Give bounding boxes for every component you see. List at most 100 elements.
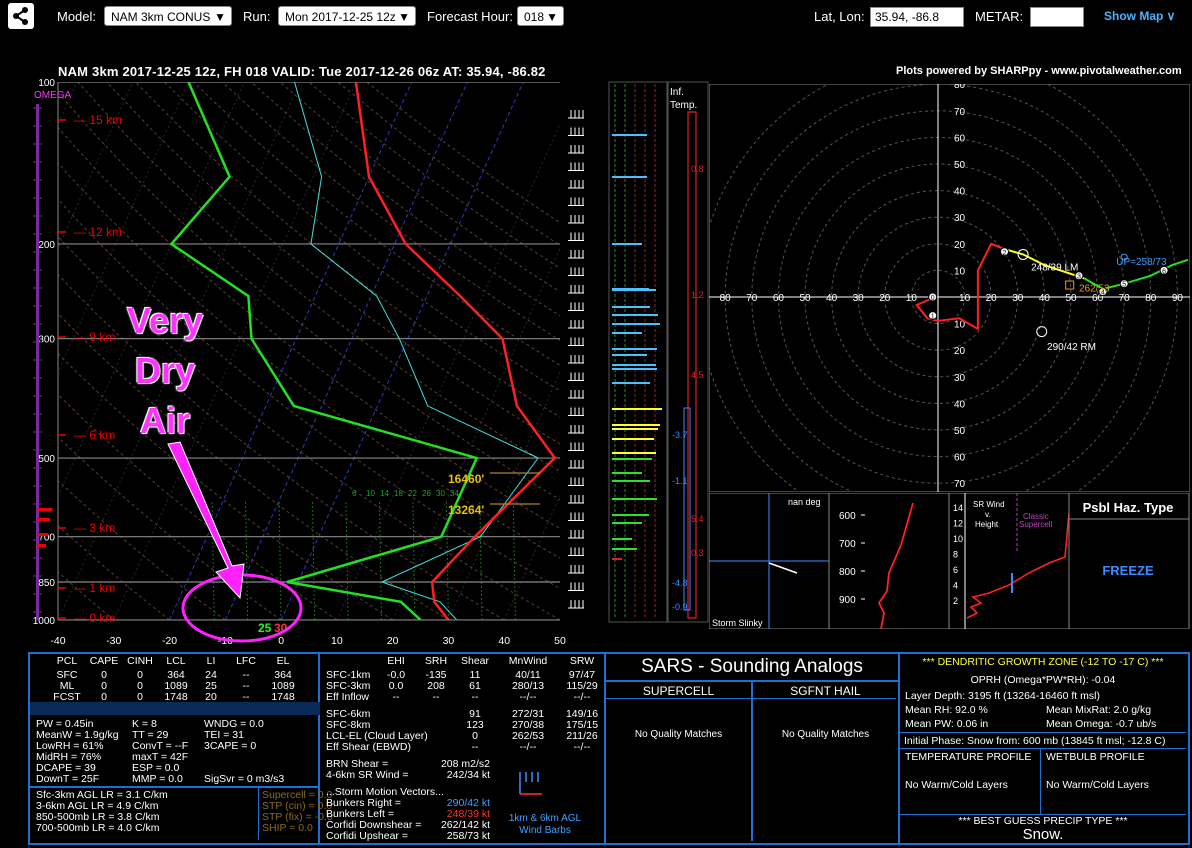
dgz-rule	[900, 732, 1186, 733]
run-label: Run:	[243, 9, 271, 24]
hodo-x-tick: 70	[1119, 293, 1131, 304]
srwind-tick-label: 8	[953, 550, 958, 560]
thermo-header: LCL	[166, 655, 186, 667]
dgz-mixrat: Mean MixRat: 2.0 g/kg	[1046, 704, 1152, 716]
top-bar: Model: NAM 3km CONUS ▼ Run: Mon 2017-12-2…	[0, 0, 1192, 34]
hodo-point-label: 2	[1003, 250, 1007, 257]
share-button[interactable]	[8, 3, 34, 29]
pressure-tick-label: 200	[38, 240, 55, 251]
hodo-frame	[709, 84, 1190, 492]
hodo-x-tick: 40	[1039, 293, 1051, 304]
srwind-label: v.	[985, 510, 991, 519]
model-select[interactable]: NAM 3km CONUS ▼	[104, 6, 232, 26]
metar-input[interactable]	[1030, 7, 1084, 27]
run-select[interactable]: Mon 2017-12-25 12z ▼	[278, 6, 416, 26]
hodo-ring-label: 80	[954, 84, 966, 91]
forecast-hour-select[interactable]: 018 ▼	[517, 6, 564, 26]
inset-bar	[612, 458, 652, 460]
srwind-tick-label: 6	[953, 565, 958, 575]
dgz-temp-profile-value: No Warm/Cold Layers	[905, 779, 1008, 791]
skewt-background	[0, 82, 560, 620]
kinematic-cell: --	[432, 691, 440, 703]
kinematic-header: SRH	[424, 655, 448, 667]
wind-barbs-label: Wind Barbs	[519, 825, 571, 836]
inf-temp-value: 0.8	[691, 164, 704, 174]
annotation-line: Dry	[134, 350, 196, 391]
inset-bar	[612, 289, 656, 291]
dgz-top-label: 16460'	[448, 472, 484, 486]
inset-bar	[612, 306, 650, 308]
hodo-ring-label: 60	[954, 453, 966, 464]
thermo-header: CINH	[127, 655, 153, 667]
mixing-ratio-label: 22	[408, 489, 417, 498]
inset-bar	[612, 438, 654, 440]
dgz-pw: Mean PW: 0.06 in	[905, 718, 989, 730]
kinematic-cell: --/--	[519, 691, 537, 703]
inset-bar	[612, 558, 622, 560]
storm-barbs	[519, 772, 542, 795]
inf-temp-value: 0.3	[691, 548, 704, 558]
hodo-ring-label: 60	[954, 133, 966, 144]
dry-air-annotation: Very Dry Air	[124, 296, 206, 446]
kinematic-row-label: Eff Shear (EBWD)	[326, 741, 411, 753]
kinematic-cell: --	[471, 741, 479, 753]
latlon-label: Lat, Lon:	[814, 9, 865, 24]
srwind-tick-label: 12	[953, 519, 963, 529]
theta-tick-label: 700	[839, 539, 856, 550]
latlon-input[interactable]: 35.94, -86.8	[870, 7, 964, 27]
temperature-tick-label: 30	[443, 635, 455, 647]
hodo-ring-label: 30	[954, 373, 966, 384]
annotation-line: Air	[139, 400, 190, 441]
srwind-tick-label: 14	[953, 503, 963, 513]
temperature-tick-label: 40	[498, 635, 510, 647]
hodo-x-tick: 50	[799, 293, 811, 304]
share-icon	[13, 7, 28, 25]
page-title: NAM 3km 2017-12-25 12z, FH 018 VALID: Tu…	[58, 64, 546, 79]
hodo-ring-label: 70	[954, 479, 966, 490]
dgz-rh: Mean RH: 92.0 %	[905, 704, 988, 716]
annotation-line: Very	[126, 300, 204, 341]
srwind-supercell-label: Supercell	[1019, 520, 1053, 529]
inf-temp-value: 4.5	[691, 370, 704, 380]
inset-bar	[612, 408, 662, 410]
mixing-ratio-label: 26	[422, 489, 431, 498]
hodo-x-tick: 90	[1172, 293, 1184, 304]
isotherm-line	[0, 82, 21, 620]
chevron-down-icon: ▼	[546, 10, 558, 24]
show-map-button[interactable]: Show Map ∨	[1104, 9, 1175, 23]
hodo-x-tick: 40	[826, 293, 838, 304]
inf-temp-label: Temp.	[670, 100, 697, 111]
srwind-label: Height	[975, 520, 999, 529]
mixing-ratio-label: 10	[366, 489, 375, 498]
inset-bar	[612, 382, 650, 384]
storm-slinky-label: Storm Slinky	[712, 618, 763, 628]
inset-bar	[612, 514, 649, 516]
dgz-divider	[1040, 748, 1041, 814]
thermo-index: 3CAPE = 0	[204, 740, 257, 752]
kinematic-header: Shear	[460, 655, 490, 667]
inset-bar	[612, 472, 642, 474]
hodo-ring-label: 30	[954, 213, 966, 224]
dgz-depth: Layer Depth: 3195 ft (13264-16460 ft msl…	[905, 690, 1100, 702]
thermo-index: MMP = 0.0	[132, 773, 183, 785]
omega-value: -1.1	[672, 476, 688, 486]
hodo-x-tick: 60	[773, 293, 785, 304]
srw-label: nan deg	[788, 497, 821, 507]
inset-bar	[612, 314, 658, 316]
dgz-rule	[900, 748, 1186, 749]
hodograph: 8080707060605050404030302020101090807060…	[709, 84, 1190, 492]
inset-bar	[612, 452, 656, 454]
dgz-phase: Initial Phase: Snow from: 600 mb (13845 …	[904, 735, 1166, 747]
hodo-rm-label: 290/42 RM	[1047, 342, 1096, 353]
inset-bar	[612, 498, 657, 500]
hodo-x-tick: 30	[853, 293, 865, 304]
hodo-x-tick: 50	[1065, 293, 1077, 304]
hodo-x-tick: 10	[959, 293, 971, 304]
sars-hail-header: SGFNT HAIL	[790, 684, 861, 698]
skewt-chart: 1002003005007008501000— 15 km— 12 km— 9 …	[0, 78, 709, 647]
sars-supercell-header: SUPERCELL	[642, 684, 715, 698]
hodo-ring-label: 40	[954, 399, 966, 410]
theta-tick-label: 900	[839, 595, 856, 606]
dgz-bottom-label: 13264'	[448, 503, 484, 517]
mixing-ratio-label: 6	[352, 489, 357, 498]
